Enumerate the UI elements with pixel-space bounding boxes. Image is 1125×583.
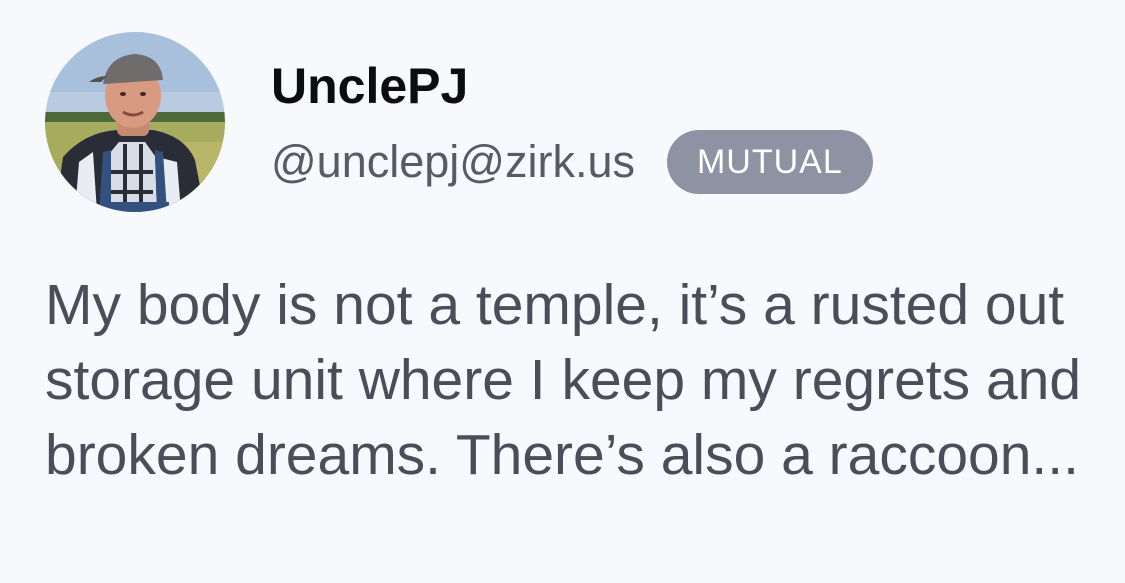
account-handle[interactable]: @unclepj@zirk.us [271,134,635,190]
handle-row: @unclepj@zirk.us MUTUAL [271,130,873,194]
mutual-badge: MUTUAL [666,130,873,194]
post-content: My body is not a temple, it’s a rusted o… [45,273,1082,487]
post-card[interactable]: UnclePJ @unclepj@zirk.us MUTUAL My body … [0,0,1125,583]
avatar[interactable] [45,32,225,212]
display-name[interactable]: UnclePJ [271,56,468,116]
profile-photo-icon [45,32,225,212]
